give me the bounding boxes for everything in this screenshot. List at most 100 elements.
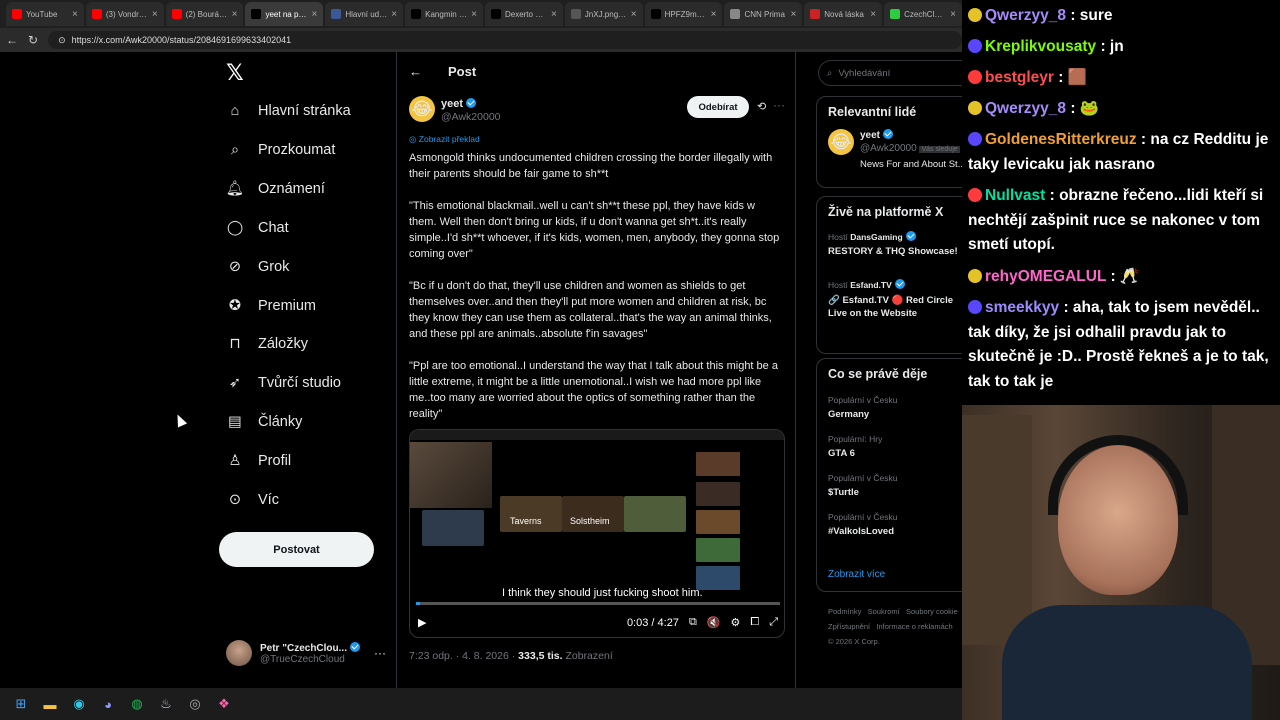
chat-username[interactable]: bestgleyr [985,69,1054,86]
video-player[interactable]: Taverns Solstheim I think they should ju… [409,429,785,638]
author-avatar[interactable]: 😂 [409,96,435,122]
close-icon[interactable]: × [311,9,317,20]
sidebar-item-rocket[interactable]: ➶ Tvůrčí studio [226,368,341,398]
discord-icon[interactable]: ◕ [99,695,117,713]
captions-icon[interactable]: ⧉ [689,616,697,629]
search-input[interactable]: ⌕ Vyhledávání [818,60,962,86]
close-icon[interactable]: × [950,9,956,20]
browser-tab[interactable]: Hlavní událost × [325,2,404,26]
browser-tab[interactable]: HPFZ9mvabc × [644,2,723,26]
file-explorer-icon[interactable]: ▬ [41,695,59,713]
sidebar-item-grok[interactable]: ⊘ Grok [226,252,290,282]
relevant-handle[interactable]: @Awk20000 [860,143,917,154]
browser-tab[interactable]: (2) Bouráček × [165,2,244,26]
reload-icon[interactable]: ↻ [28,33,38,47]
browser-tab[interactable]: JnXJ.png (2... × [564,2,643,26]
edge-browser-icon[interactable]: ◉ [70,695,88,713]
post-button[interactable]: Postovat [219,532,374,567]
close-icon[interactable]: × [232,9,238,20]
translate-link[interactable]: ◎ Zobrazit překlad [409,134,480,145]
back-arrow-icon[interactable]: ← [409,64,422,79]
author-name[interactable]: yeet [441,98,463,110]
chat-username[interactable]: GoldenesRitterkreuz [985,131,1137,148]
host-name: DansGaming [850,232,903,242]
chat-username[interactable]: Qwerzyy_8 [985,100,1066,117]
relevant-avatar[interactable]: 😂 [828,129,854,155]
mute-icon[interactable]: 🔇 [707,616,721,629]
video-progress-bar[interactable] [416,602,780,605]
footer-link[interactable]: Zpřístupnění [828,622,870,631]
browser-tab[interactable]: (3) Vondráček × [85,2,164,26]
spotify-icon[interactable]: ◍ [128,695,146,713]
show-more-link[interactable]: Zobrazit více [828,569,885,580]
chat-username[interactable]: rehyOMEGALUL [985,268,1106,285]
play-icon[interactable]: ▶ [418,616,426,629]
browser-tab[interactable]: YouTube × [6,2,84,26]
close-icon[interactable]: × [790,9,796,20]
sidebar-item-profile[interactable]: ♙ Profil [226,446,292,476]
chat-username[interactable]: Qwerzyy_8 [985,7,1066,24]
sidebar-item-bookmark[interactable]: ⊓ Záložky [226,329,308,359]
sidebar-item-article[interactable]: ▤ Články [226,407,302,437]
back-arrow-icon[interactable]: ← [6,33,18,47]
close-icon[interactable]: × [471,9,477,20]
chat-username[interactable]: Nullvast [985,187,1045,204]
trend-item[interactable]: Populární: Hry GTA 6 [828,434,962,459]
live-item[interactable]: Hostí DansGaming RESTORY & THQ Showcase! [828,231,962,257]
sidebar-item-search[interactable]: ⌕ Prozkoumat [226,135,335,165]
close-icon[interactable]: × [711,9,717,20]
close-icon[interactable]: × [631,9,637,20]
url-field[interactable]: ⊙ https://x.com/Awk20000/status/20846916… [48,31,962,49]
browser-tab[interactable]: CzechCloud × [884,2,962,26]
post-time[interactable]: 7:23 odp. · 4. 8. 2026 · [409,650,515,662]
browser-tab[interactable]: Nová láska × [804,2,883,26]
account-handle: @TrueCzechCloud [260,653,345,665]
sidebar-item-home[interactable]: ⌂ Hlavní stránka [226,96,351,126]
close-icon[interactable]: × [870,9,876,20]
browser-tab[interactable]: Dexerto na X × [484,2,563,26]
relevant-name[interactable]: yeet [860,130,880,141]
trend-item[interactable]: Populární v Česku $Turtle [828,473,962,498]
sidebar-item-more[interactable]: ⊙ Víc [226,485,279,515]
sidebar-item-bell[interactable]: 🔔︎ Oznámení [226,174,325,204]
trend-item[interactable]: Populární v Česku Germany [828,395,962,420]
browser-tab[interactable]: Kangmin Lee × [405,2,483,26]
browser-tab[interactable]: yeet na platformě X × [245,2,324,26]
footer-link[interactable]: Informace o reklamách [876,622,952,631]
trend-item[interactable]: Populární v Česku #ValkoIsLoved [828,512,962,537]
live-item[interactable]: Hostí Esfand.TV 🔗 Esfand.TV 🔴 Red Circle… [828,279,962,320]
close-icon[interactable]: × [72,9,78,20]
follow-button[interactable]: Odebírat [687,96,749,118]
author-handle[interactable]: @Awk20000 [441,111,501,123]
steam-icon[interactable]: ♨ [157,695,175,713]
x-logo-icon[interactable]: 𝕏 [226,60,244,86]
footer-link[interactable]: Podmínky [828,607,861,616]
sidebar-item-chat[interactable]: ◯ Chat [226,213,289,243]
video-thumbnail [500,496,562,532]
sidebar-item-label: Články [258,414,303,431]
chat-username[interactable]: smeekkyy [985,299,1059,316]
site-info-icon[interactable]: ⊙ [58,35,66,46]
app-icon[interactable]: ❖ [215,695,233,713]
obs-icon[interactable]: ◎ [186,695,204,713]
fullscreen-icon[interactable]: ⤢ [769,616,778,629]
account-switcher[interactable]: Petr "CzechClou... @TrueCzechCloud ··· [226,640,386,666]
grok-icon[interactable]: ⟲ [757,100,766,113]
close-icon[interactable]: × [152,9,158,20]
video-browser-chrome [410,430,784,440]
more-icon[interactable]: ··· [773,98,785,112]
tab-title: Nová láska [824,9,864,19]
verified-icon [905,231,916,241]
footer-link[interactable]: Soubory cookie [906,607,958,616]
settings-icon[interactable]: ⚙ [731,616,741,629]
more-icon[interactable]: ··· [374,646,386,660]
windows-start-icon[interactable]: ⊞ [12,695,30,713]
chat-username[interactable]: Kreplikvousaty [985,38,1096,55]
footer-link[interactable]: Soukromí [868,607,900,616]
sidebar-item-premium[interactable]: ✪ Premium [226,291,316,321]
close-icon[interactable]: × [551,9,557,20]
pip-icon[interactable]: ⧠ [750,616,759,629]
sidebar-item-label: Víc [258,492,279,508]
browser-tab[interactable]: CNN Prima × [724,2,803,26]
close-icon[interactable]: × [391,9,397,20]
